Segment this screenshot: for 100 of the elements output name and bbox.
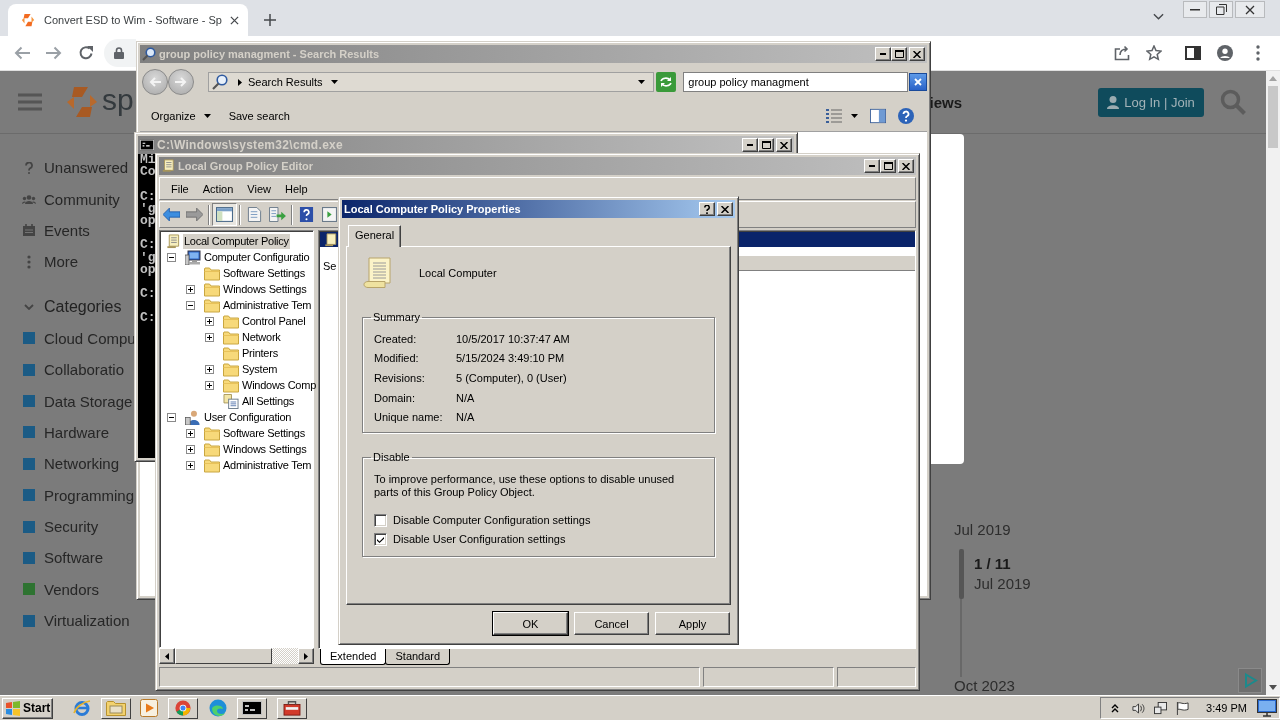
- close-icon[interactable]: [230, 15, 239, 25]
- nav-link[interactable]: iews: [929, 93, 962, 111]
- caret-right-icon[interactable]: [237, 78, 242, 86]
- view-tab[interactable]: Standard: [385, 649, 451, 665]
- preview-pane-icon[interactable]: [870, 108, 886, 124]
- category-link[interactable]: Programming: [44, 486, 135, 504]
- flag-icon[interactable]: [1176, 701, 1190, 715]
- refresh-icon[interactable]: [656, 72, 677, 92]
- window-icon[interactable]: [321, 207, 338, 222]
- address-bar[interactable]: [104, 39, 136, 67]
- scrollbar-thumb[interactable]: [1268, 86, 1278, 148]
- plus-box-icon[interactable]: [186, 284, 195, 294]
- more-icon[interactable]: [1256, 45, 1260, 61]
- caret-down-icon[interactable]: [638, 80, 646, 84]
- timeline-track[interactable]: [960, 549, 962, 677]
- plus-box-icon[interactable]: [205, 316, 214, 326]
- category-link[interactable]: Software: [44, 549, 104, 567]
- command-button[interactable]: Save search: [224, 110, 294, 122]
- tree-item[interactable]: System: [241, 361, 279, 377]
- scrollbar-thumb[interactable]: [175, 648, 272, 664]
- scroll-left-button[interactable]: [159, 648, 175, 664]
- export-icon[interactable]: [269, 207, 286, 222]
- category-link[interactable]: Virtualization: [44, 612, 130, 630]
- taskbar-button[interactable]: [277, 697, 307, 719]
- dialog-button[interactable]: Cancel: [574, 612, 649, 635]
- section-heading[interactable]: Categories: [44, 297, 122, 316]
- login-button[interactable]: Log In | Join: [1098, 87, 1204, 117]
- taskbar-button[interactable]: [101, 697, 131, 719]
- plus-box-icon[interactable]: [186, 444, 195, 454]
- document-icon[interactable]: [246, 207, 263, 222]
- plus-box-icon[interactable]: [186, 460, 195, 470]
- caret-down-icon[interactable]: [851, 114, 858, 118]
- sidebar-link[interactable]: More: [44, 253, 79, 271]
- sidebar-icon[interactable]: [1185, 45, 1201, 61]
- minus-box-icon[interactable]: [167, 412, 176, 422]
- checkbox-label[interactable]: Disable Computer Configuration settings: [393, 514, 591, 527]
- menu-item[interactable]: View: [240, 182, 278, 195]
- arrow-left-icon[interactable]: [163, 207, 180, 222]
- timeline-marker[interactable]: [958, 549, 964, 599]
- dialog-button[interactable]: Apply: [655, 612, 730, 635]
- plus-box-icon[interactable]: [205, 380, 214, 390]
- minimize-button[interactable]: [1183, 1, 1207, 18]
- sidebar-link[interactable]: Community: [44, 190, 120, 208]
- plus-box-icon[interactable]: [205, 332, 214, 342]
- help-icon[interactable]: [298, 207, 315, 222]
- chevron-up-icon[interactable]: [1111, 703, 1120, 713]
- monitor-icon[interactable]: [1257, 699, 1277, 717]
- speaker-icon[interactable]: [1132, 701, 1146, 715]
- tree-item[interactable]: Local Computer Policy: [183, 233, 290, 249]
- browser-icon[interactable]: [73, 699, 91, 717]
- browser-tab[interactable]: Convert ESD to Wim - Software - Sp: [8, 4, 248, 36]
- search-field[interactable]: group policy managment: [683, 72, 908, 92]
- taskbar-button[interactable]: [168, 697, 198, 719]
- dialog-button[interactable]: OK: [493, 612, 568, 635]
- menu-item[interactable]: File: [164, 182, 196, 195]
- plus-icon[interactable]: [264, 14, 276, 26]
- caret-down-icon[interactable]: [1269, 685, 1277, 690]
- clock[interactable]: 3:49 PM: [1206, 702, 1247, 714]
- category-link[interactable]: Networking: [44, 455, 120, 473]
- reload-icon[interactable]: [78, 45, 94, 61]
- sidebar-link[interactable]: Unanswered: [44, 159, 129, 177]
- sidebar-link[interactable]: Events: [44, 221, 90, 239]
- play-icon[interactable]: [140, 699, 158, 717]
- tree-item[interactable]: Administrative Tem: [222, 457, 313, 473]
- clear-button[interactable]: [909, 73, 927, 91]
- star-icon[interactable]: [1146, 45, 1162, 61]
- tree-item[interactable]: Windows Comp: [241, 377, 318, 393]
- help-icon[interactable]: [898, 108, 914, 124]
- checkbox[interactable]: [374, 532, 387, 546]
- category-link[interactable]: Hardware: [44, 423, 110, 441]
- plus-box-icon[interactable]: [186, 428, 195, 438]
- category-link[interactable]: Collaboratio: [44, 361, 125, 379]
- tree-item[interactable]: Computer Configuratio: [203, 249, 311, 265]
- category-link[interactable]: Security: [44, 518, 99, 536]
- command-button[interactable]: Organize: [147, 110, 215, 122]
- scroll-right-button[interactable]: [298, 648, 314, 664]
- tree-item[interactable]: Control Panel: [241, 313, 307, 329]
- back-button[interactable]: [142, 69, 168, 95]
- tree-item[interactable]: Software Settings: [222, 425, 306, 441]
- plus-box-icon[interactable]: [205, 364, 214, 374]
- taskbar-button[interactable]: [237, 697, 267, 719]
- close-button[interactable]: [1235, 1, 1265, 18]
- share-icon[interactable]: [1114, 45, 1130, 61]
- minus-box-icon[interactable]: [167, 252, 176, 262]
- network-icon[interactable]: [1154, 701, 1168, 715]
- arrow-left-icon[interactable]: [14, 45, 30, 61]
- restore-button[interactable]: [1209, 1, 1233, 18]
- arrow-right-icon[interactable]: [46, 45, 62, 61]
- minus-box-icon[interactable]: [186, 300, 195, 310]
- breadcrumb-item[interactable]: Search Results: [247, 76, 323, 88]
- tree-item[interactable]: All Settings: [241, 393, 296, 409]
- menu-item[interactable]: Action: [195, 182, 241, 195]
- tree-item[interactable]: Windows Settings: [222, 281, 308, 297]
- tree-toggle-button[interactable]: [212, 203, 237, 226]
- menu-item[interactable]: Help: [277, 182, 315, 195]
- category-link[interactable]: Data Storage: [44, 392, 133, 410]
- checkbox[interactable]: [374, 513, 387, 527]
- tree-item[interactable]: Network: [241, 329, 282, 345]
- scrollbar[interactable]: [1266, 71, 1280, 695]
- address-bar[interactable]: Search Results: [207, 72, 655, 92]
